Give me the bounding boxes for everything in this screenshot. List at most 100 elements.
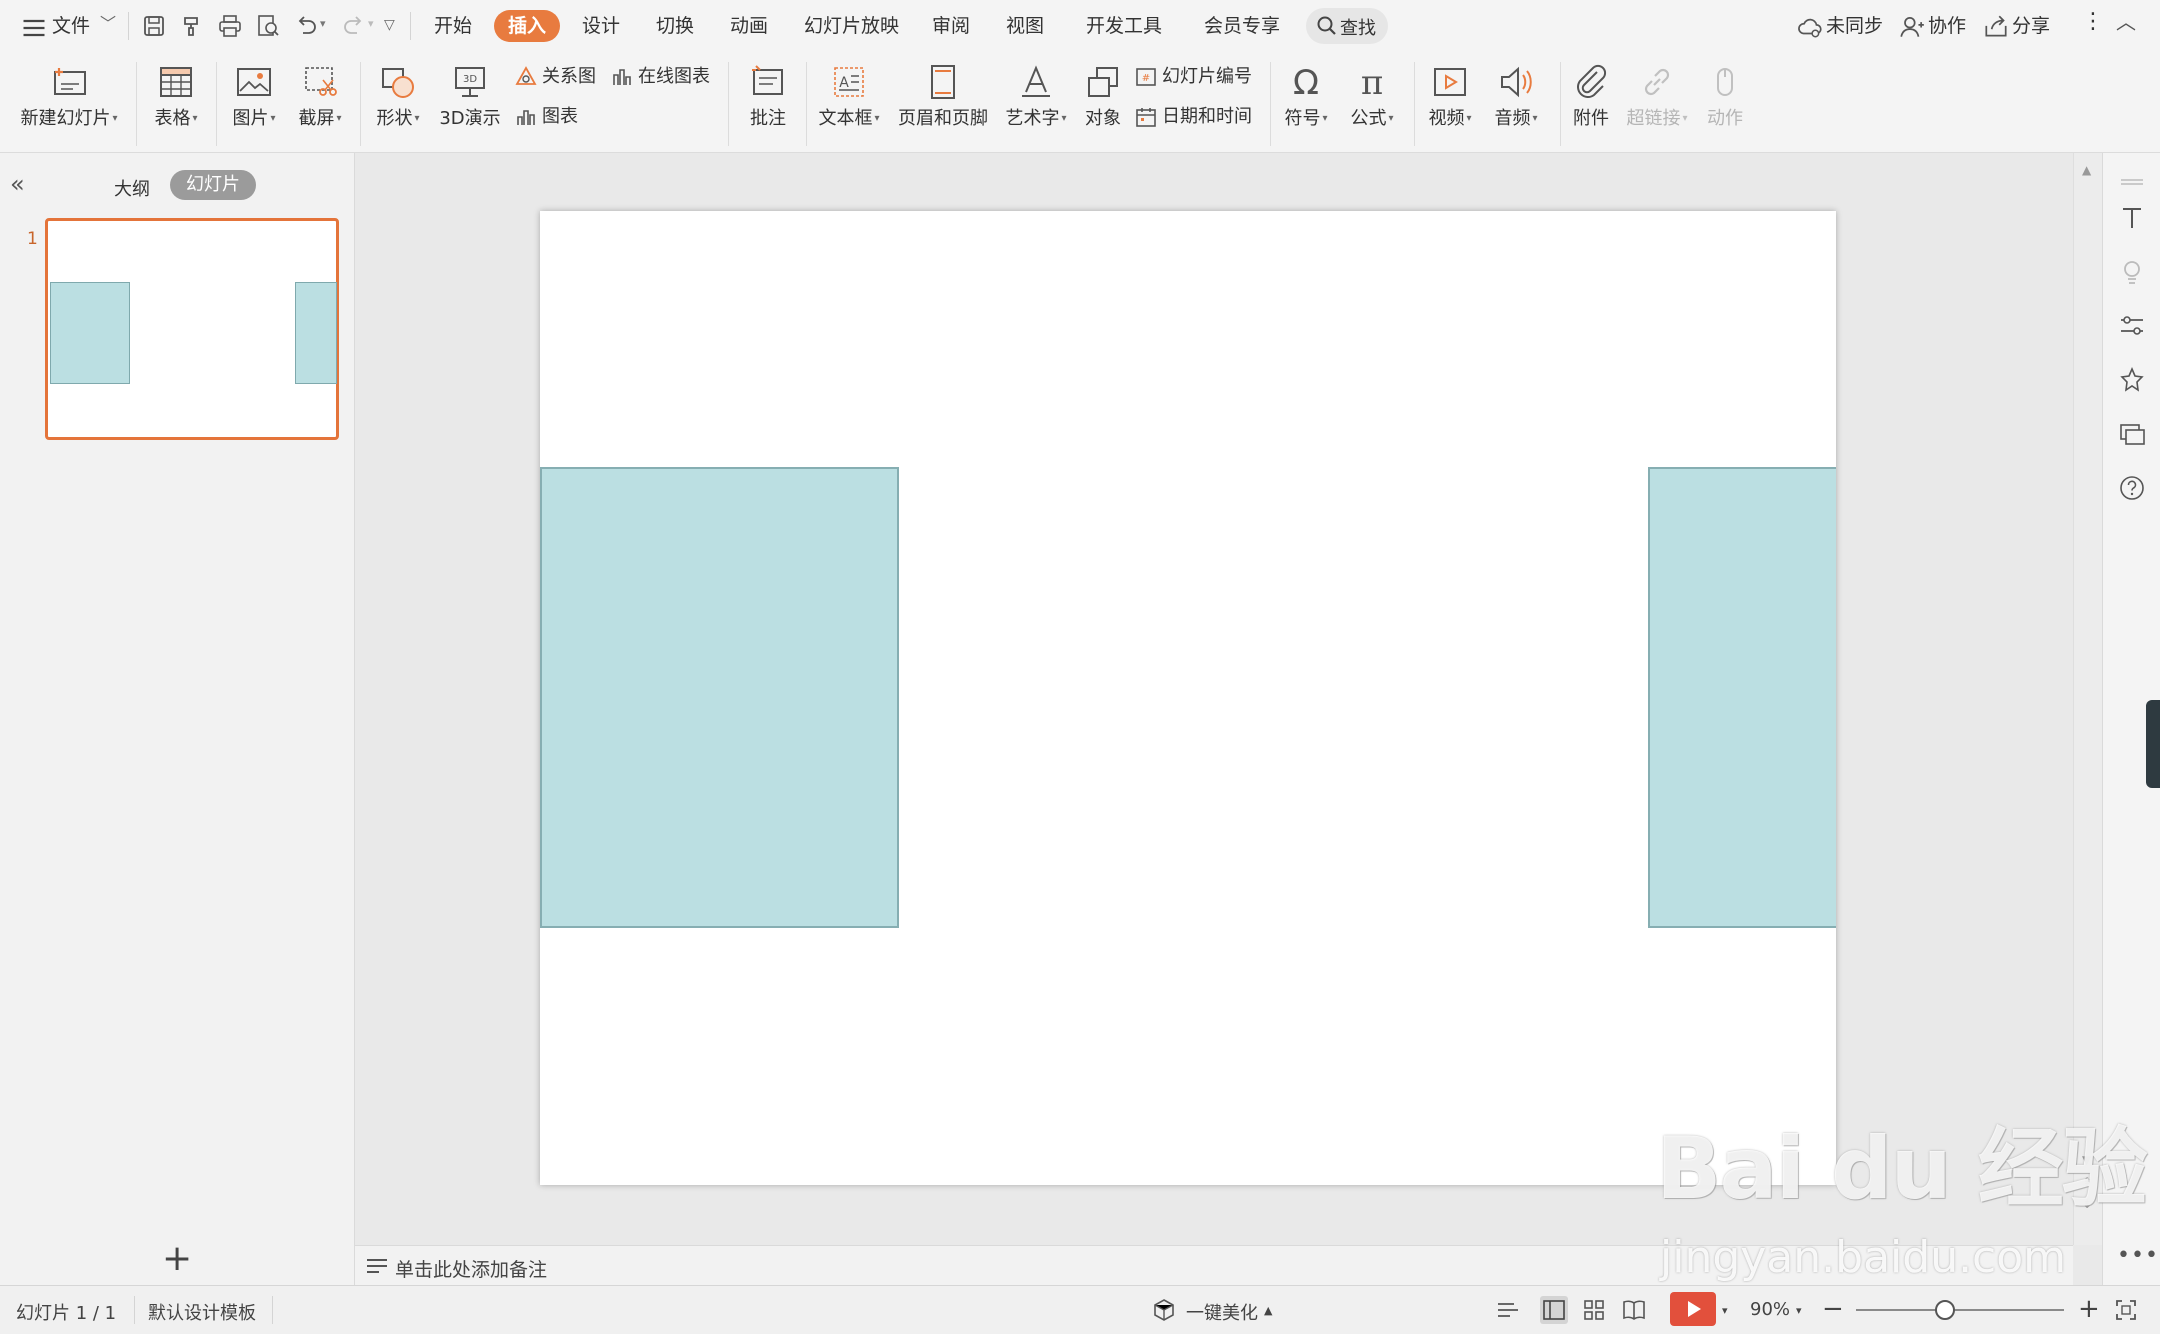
collapse-ribbon-icon[interactable]: ︿ bbox=[2116, 10, 2136, 34]
tab-slideshow[interactable]: 幻灯片放映 bbox=[798, 10, 905, 42]
tab-transition[interactable]: 切换 bbox=[650, 10, 700, 42]
zoom-slider-track[interactable] bbox=[1856, 1309, 2064, 1311]
dropdown-caret-icon[interactable]: ▾ bbox=[1682, 113, 1687, 124]
format-painter-icon[interactable] bbox=[178, 12, 206, 40]
dropdown-caret-icon[interactable]: ▾ bbox=[336, 113, 341, 124]
fit-window-icon[interactable] bbox=[2112, 1296, 2140, 1324]
collaborate-button[interactable]: 协作 bbox=[1928, 14, 1966, 38]
online-chart-button[interactable]: 在线图表 bbox=[610, 62, 710, 92]
video-button[interactable]: 视频 ▾ bbox=[1422, 60, 1478, 146]
dropdown-caret-icon[interactable]: ▾ bbox=[1061, 113, 1066, 124]
zoom-slider-knob[interactable] bbox=[1935, 1300, 1955, 1320]
reading-view-icon[interactable] bbox=[1620, 1296, 1648, 1324]
slide-number-button[interactable]: # 幻灯片编号 bbox=[1134, 62, 1252, 92]
tab-animation[interactable]: 动画 bbox=[724, 10, 774, 42]
slide-sorter-icon[interactable] bbox=[1580, 1296, 1608, 1324]
slide-canvas[interactable] bbox=[540, 211, 1836, 1185]
dropdown-caret-icon[interactable]: ▾ bbox=[1466, 113, 1471, 124]
hamburger-menu-icon[interactable] bbox=[20, 14, 45, 38]
one-click-beautify[interactable]: 一键美化 bbox=[1186, 1299, 1258, 1325]
save-icon[interactable] bbox=[140, 12, 168, 40]
tab-view[interactable]: 视图 bbox=[1000, 10, 1050, 42]
undo-dropdown-icon[interactable]: ▾ bbox=[320, 12, 326, 36]
tab-insert[interactable]: 插入 bbox=[494, 10, 561, 42]
undo-icon[interactable] bbox=[292, 12, 320, 40]
normal-view-icon[interactable] bbox=[1540, 1296, 1568, 1324]
tab-member[interactable]: 会员专享 bbox=[1198, 10, 1286, 42]
design-template[interactable]: 默认设计模板 bbox=[148, 1299, 256, 1325]
print-preview-icon[interactable] bbox=[254, 12, 282, 40]
comment-button[interactable]: 批注 bbox=[738, 60, 798, 146]
vertical-scrollbar[interactable]: ▲ ▼ ⇞ ⇟ bbox=[2073, 153, 2102, 1245]
search-box[interactable]: 查找 bbox=[1306, 8, 1388, 44]
print-icon[interactable] bbox=[216, 12, 244, 40]
hyperlink-button[interactable]: 超链接 ▾ bbox=[1622, 60, 1692, 146]
cloud-sync-icon[interactable] bbox=[1796, 13, 1822, 39]
shape-button[interactable]: 形状 ▾ bbox=[370, 60, 426, 146]
dropdown-caret-icon[interactable]: ▾ bbox=[192, 113, 197, 124]
notes-placeholder[interactable]: 单击此处添加备注 bbox=[395, 1255, 547, 1282]
chart-button[interactable]: 图表 bbox=[514, 102, 578, 132]
picture-button[interactable]: 图片 ▾ bbox=[226, 60, 282, 146]
share-icon[interactable] bbox=[1982, 13, 2008, 39]
share-button[interactable]: 分享 bbox=[2012, 14, 2050, 38]
properties-sliders-icon[interactable] bbox=[2117, 311, 2147, 341]
transition-icon[interactable] bbox=[2117, 419, 2147, 449]
new-slide-button[interactable]: 新建幻灯片 ▾ bbox=[14, 60, 124, 146]
dropdown-caret-icon[interactable]: ▾ bbox=[874, 113, 879, 124]
more-options-icon[interactable]: ⋮ bbox=[2082, 10, 2104, 34]
header-footer-button[interactable]: 页眉和页脚 bbox=[894, 60, 992, 146]
lightbulb-icon[interactable] bbox=[2117, 257, 2147, 287]
scroll-up-icon[interactable]: ▲ bbox=[2082, 163, 2091, 177]
screenshot-button[interactable]: 截屏 ▾ bbox=[290, 60, 350, 146]
rectangle-shape-left[interactable] bbox=[540, 467, 899, 928]
symbol-button[interactable]: Ω 符号 ▾ bbox=[1278, 60, 1334, 146]
sync-status[interactable]: 未同步 bbox=[1826, 14, 1883, 38]
textbox-button[interactable]: A 文本框 ▾ bbox=[812, 60, 886, 146]
zoom-dropdown-icon[interactable]: ▾ bbox=[1796, 1304, 1802, 1317]
chevron-down-icon[interactable]: ﹀ bbox=[100, 12, 116, 36]
table-button[interactable]: 表格 ▾ bbox=[146, 60, 206, 146]
dropdown-caret-icon[interactable]: ▾ bbox=[1532, 113, 1537, 124]
tab-home[interactable]: 开始 bbox=[428, 10, 478, 42]
collapse-panel-icon[interactable]: « bbox=[10, 170, 25, 198]
dropdown-caret-icon[interactable]: ▾ bbox=[1388, 113, 1393, 124]
dropdown-caret-icon[interactable]: ▾ bbox=[270, 113, 275, 124]
text-format-icon[interactable] bbox=[2117, 203, 2147, 233]
dropdown-caret-icon[interactable]: ▾ bbox=[414, 113, 419, 124]
smartart-button[interactable]: 关系图 bbox=[514, 62, 596, 92]
help-icon[interactable] bbox=[2117, 473, 2147, 503]
zoom-in-button[interactable]: + bbox=[2078, 1294, 2100, 1324]
zoom-level[interactable]: 90% bbox=[1750, 1299, 1790, 1320]
collaborate-icon[interactable] bbox=[1898, 13, 1924, 39]
file-menu[interactable]: 文件 bbox=[52, 14, 90, 38]
redo-dropdown-icon[interactable]: ▾ bbox=[368, 12, 374, 36]
play-slideshow-button[interactable] bbox=[1670, 1292, 1716, 1326]
audio-button[interactable]: 音频 ▾ bbox=[1488, 60, 1544, 146]
formula-button[interactable]: π 公式 ▾ bbox=[1344, 60, 1400, 146]
attachment-button[interactable]: 附件 bbox=[1566, 60, 1616, 146]
action-button[interactable]: 动作 bbox=[1700, 60, 1750, 146]
floating-side-handle[interactable] bbox=[2146, 700, 2160, 788]
customize-toolbar-icon[interactable]: ▽ bbox=[384, 13, 395, 37]
tab-developer[interactable]: 开发工具 bbox=[1080, 10, 1168, 42]
slideshow-dropdown-icon[interactable]: ▾ bbox=[1722, 1304, 1728, 1317]
slide-thumbnail[interactable] bbox=[45, 218, 339, 440]
zoom-out-button[interactable]: − bbox=[1822, 1294, 1844, 1324]
rectangle-shape-right[interactable] bbox=[1648, 467, 1836, 928]
object-button[interactable]: 对象 bbox=[1080, 60, 1126, 146]
dropdown-caret-icon[interactable]: ▾ bbox=[112, 113, 117, 124]
redo-icon[interactable] bbox=[340, 12, 368, 40]
wordart-button[interactable]: 艺术字 ▾ bbox=[1000, 60, 1072, 146]
sidebar-more-icon[interactable]: ••• bbox=[2117, 1243, 2159, 1268]
add-slide-button[interactable]: + bbox=[162, 1241, 192, 1277]
tab-design[interactable]: 设计 bbox=[576, 10, 626, 42]
3d-demo-button[interactable]: 3D 3D演示 bbox=[436, 60, 504, 146]
beautify-icon[interactable] bbox=[1150, 1296, 1178, 1324]
tab-outline[interactable]: 大纲 bbox=[114, 175, 150, 201]
beautify-caret-icon[interactable]: ▲ bbox=[1264, 1304, 1272, 1317]
tab-review[interactable]: 审阅 bbox=[926, 10, 976, 42]
notes-toggle-icon[interactable] bbox=[1494, 1296, 1522, 1324]
dropdown-caret-icon[interactable]: ▾ bbox=[1322, 113, 1327, 124]
tab-slides[interactable]: 幻灯片 bbox=[170, 170, 256, 200]
